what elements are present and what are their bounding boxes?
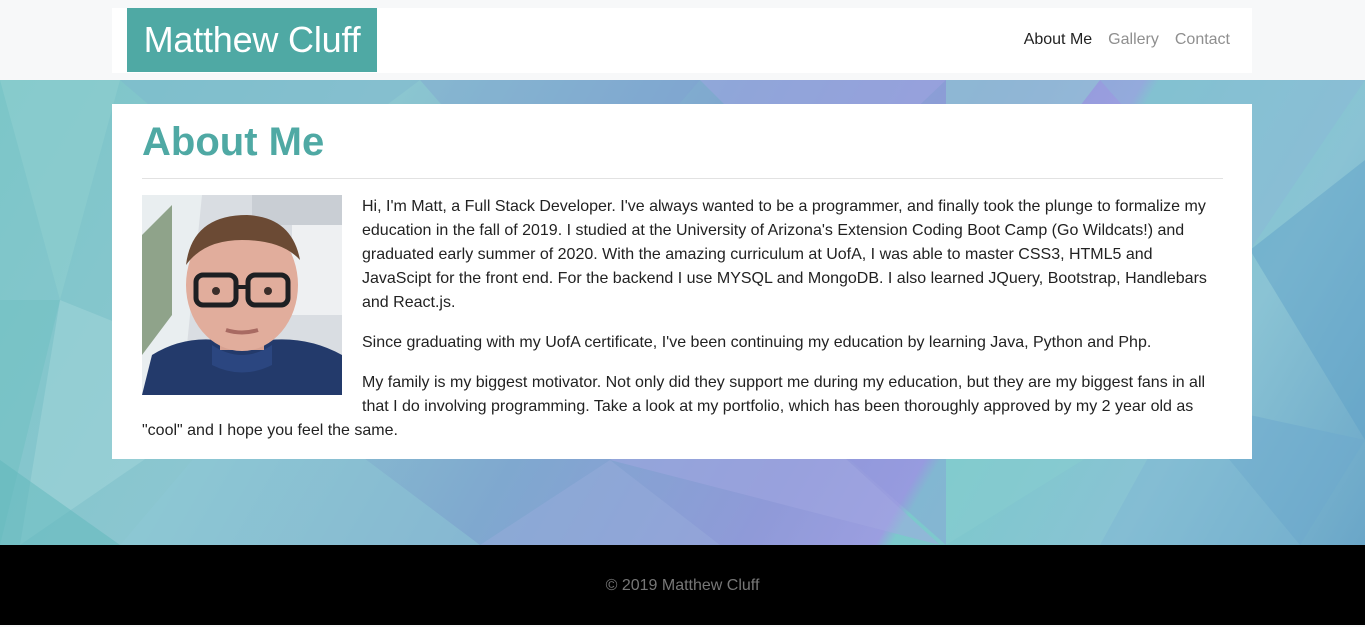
nav-link-about-me[interactable]: About Me bbox=[1024, 31, 1092, 49]
footer: © 2019 Matthew Cluff bbox=[0, 545, 1365, 625]
about-text: Hi, I'm Matt, a Full Stack Developer. I'… bbox=[142, 195, 1223, 459]
page-title: About Me bbox=[142, 120, 325, 164]
nav-links: About Me Gallery Contact bbox=[1024, 8, 1230, 72]
nav-link-contact[interactable]: Contact bbox=[1175, 31, 1230, 49]
navbar: Matthew Cluff About Me Gallery Contact bbox=[112, 8, 1252, 73]
footer-copyright: © 2019 Matthew Cluff bbox=[605, 577, 760, 594]
nav-link-gallery[interactable]: Gallery bbox=[1108, 31, 1159, 49]
about-card: About Me Hi, I'm Matt, a Full Stack Deve… bbox=[112, 104, 1252, 459]
brand-logo-link[interactable]: Matthew Cluff bbox=[127, 8, 377, 72]
header-band: Matthew Cluff About Me Gallery Contact bbox=[0, 0, 1365, 80]
title-divider bbox=[142, 178, 1223, 179]
